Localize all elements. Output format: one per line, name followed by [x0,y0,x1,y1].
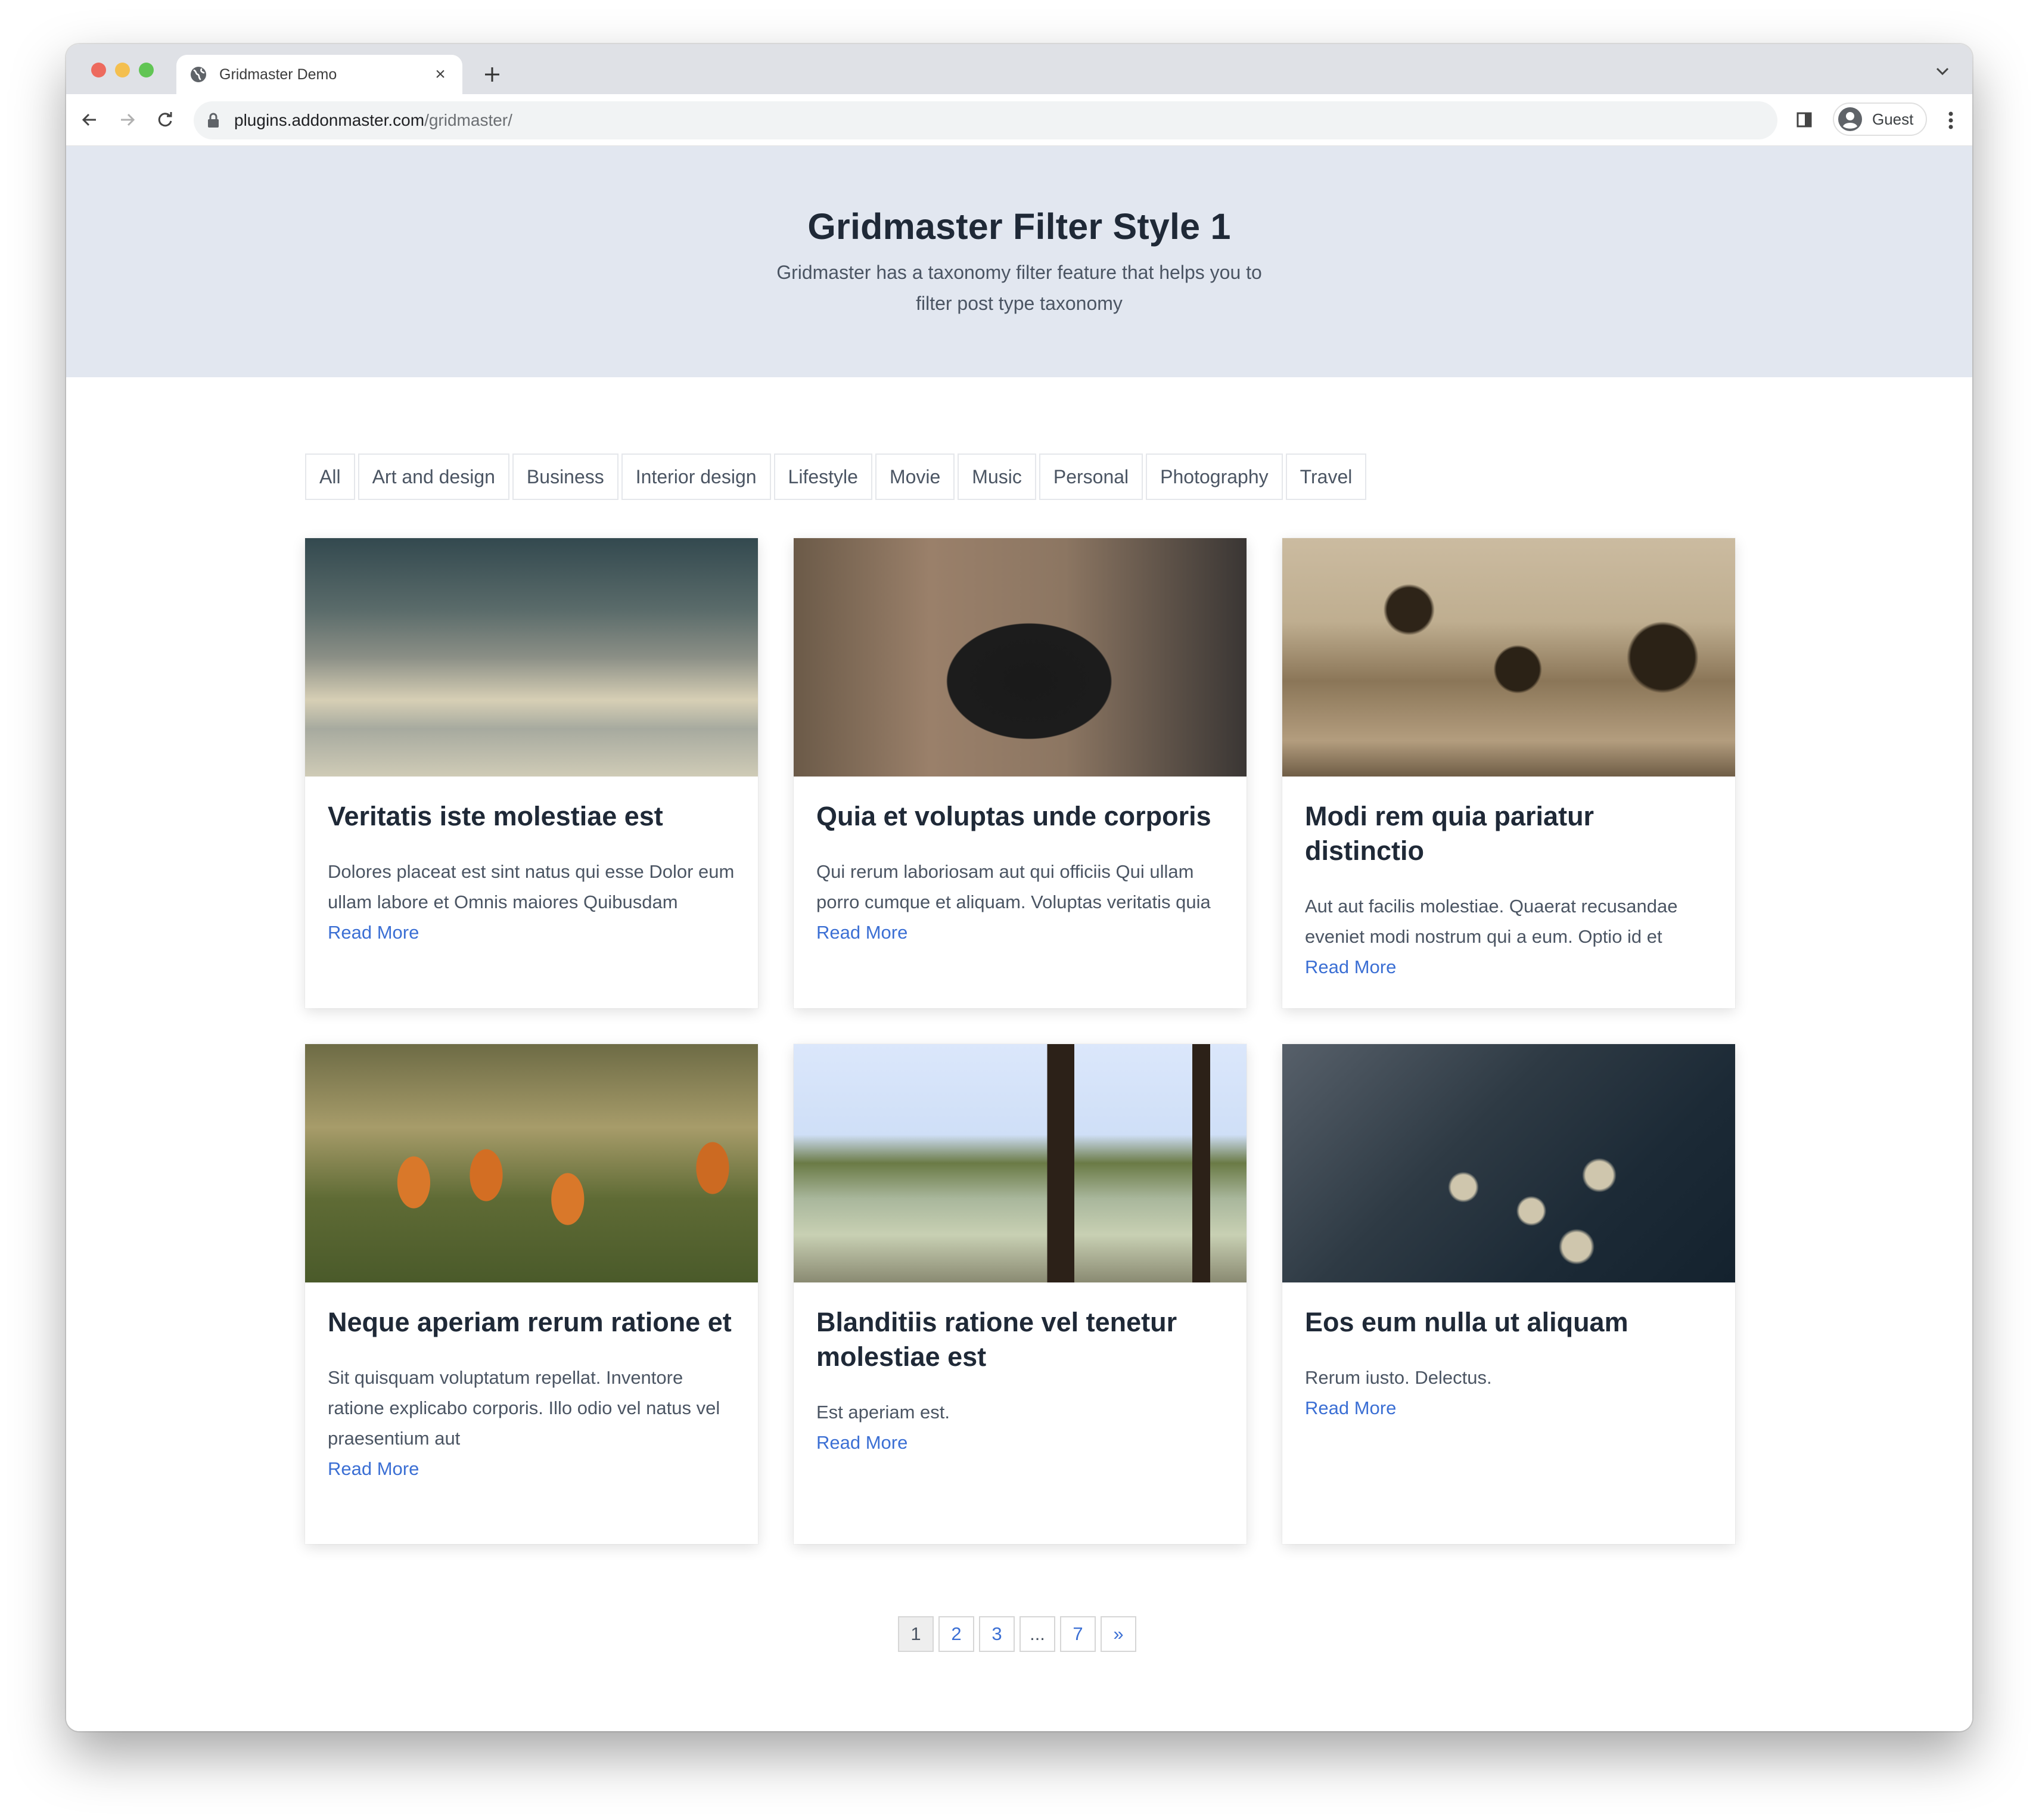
window-minimize-button[interactable] [115,63,130,77]
browser-toolbar: plugins.addonmaster.com/gridmaster/ Gues… [66,94,1972,146]
post-title[interactable]: Modi rem quia pariatur distinctio [1305,799,1712,868]
address-bar[interactable]: plugins.addonmaster.com/gridmaster/ [194,101,1777,139]
web-page: Gridmaster Filter Style 1 Gridmaster has… [66,146,1972,1731]
avatar-icon [1838,107,1863,132]
post-thumbnail[interactable] [794,1044,1247,1282]
page-3-link[interactable]: 3 [979,1616,1015,1652]
read-more-link[interactable]: Read More [1305,1393,1396,1423]
read-more-link[interactable]: Read More [328,1453,419,1484]
post-thumbnail[interactable] [305,1044,758,1282]
url-path: /gridmaster/ [424,111,512,129]
post-title[interactable]: Eos eum nulla ut aliquam [1305,1305,1712,1340]
post-title[interactable]: Neque aperiam rerum ratione et [328,1305,735,1340]
page-subtitle: Gridmaster has a taxonomy filter feature… [776,262,1262,314]
arrow-left-icon[interactable] [76,106,103,133]
page-7-link[interactable]: 7 [1060,1616,1096,1652]
filter-business[interactable]: Business [512,454,618,500]
filter-movie[interactable]: Movie [875,454,955,500]
post-card: Eos eum nulla ut aliquam Rerum iusto. De… [1282,1044,1735,1544]
side-panel-icon[interactable] [1794,110,1814,130]
filter-lifestyle[interactable]: Lifestyle [773,454,872,500]
page-2-link[interactable]: 2 [938,1616,974,1652]
close-icon[interactable]: × [431,66,449,83]
page-1-current: 1 [898,1616,934,1652]
read-more-link[interactable]: Read More [816,1427,907,1458]
tab-title: Gridmaster Demo [219,66,337,83]
filter-travel[interactable]: Travel [1285,454,1367,500]
filter-music[interactable]: Music [958,454,1036,500]
post-excerpt: Sit quisquam voluptatum repellat. Invent… [328,1367,720,1449]
post-excerpt: Est aperiam est. [816,1402,950,1423]
post-title[interactable]: Veritatis iste molestiae est [328,799,735,834]
tab-strip: Gridmaster Demo × [66,44,1972,94]
taxonomy-filter-bar: All Art and design Business Interior des… [305,454,1367,500]
plus-icon[interactable] [477,60,507,89]
filter-all[interactable]: All [305,454,355,500]
post-card: Blanditiis ratione vel tenetur molestiae… [794,1044,1247,1544]
window-zoom-button[interactable] [139,63,154,77]
post-thumbnail[interactable] [305,538,758,777]
page-ellipsis: ... [1020,1616,1055,1652]
pagination: 1 2 3 ... 7 » [898,1616,1136,1652]
lock-icon[interactable] [207,112,220,129]
chevron-down-icon[interactable] [1931,60,1954,83]
post-thumbnail[interactable] [794,538,1247,777]
post-excerpt: Qui rerum laboriosam aut qui officiis Qu… [816,861,1211,912]
filter-personal[interactable]: Personal [1039,454,1143,500]
profile-button[interactable]: Guest [1833,103,1927,136]
filter-art-and-design[interactable]: Art and design [358,454,509,500]
read-more-link[interactable]: Read More [816,917,907,948]
url-host: plugins.addonmaster.com [234,111,425,129]
post-thumbnail[interactable] [1282,538,1735,777]
profile-label: Guest [1872,110,1914,128]
window-close-button[interactable] [91,63,106,77]
post-card: Modi rem quia pariatur distinctio Aut au… [1282,538,1735,1008]
read-more-link[interactable]: Read More [1305,952,1396,982]
post-card: Veritatis iste molestiae est Dolores pla… [305,538,758,1008]
post-excerpt: Dolores placeat est sint natus qui esse … [328,861,735,912]
filter-interior-design[interactable]: Interior design [621,454,771,500]
reload-icon[interactable] [151,106,179,133]
browser-window: Gridmaster Demo × plugins.addonmaster.co… [66,44,1972,1731]
post-excerpt: Rerum iusto. Delectus. [1305,1367,1492,1388]
kebab-menu-icon[interactable] [1942,107,1960,133]
next-page-link[interactable]: » [1101,1616,1136,1652]
page-title: Gridmaster Filter Style 1 [807,206,1231,247]
globe-icon [189,66,207,83]
post-card: Quia et voluptas unde corporis Qui rerum… [794,538,1247,1008]
post-excerpt: Aut aut facilis molestiae. Quaerat recus… [1305,896,1678,947]
post-title[interactable]: Quia et voluptas unde corporis [816,799,1224,834]
read-more-link[interactable]: Read More [328,917,419,948]
post-thumbnail[interactable] [1282,1044,1735,1282]
post-card: Neque aperiam rerum ratione et Sit quisq… [305,1044,758,1544]
filter-photography[interactable]: Photography [1146,454,1283,500]
hero-banner: Gridmaster Filter Style 1 Gridmaster has… [66,146,1972,377]
post-title[interactable]: Blanditiis ratione vel tenetur molestiae… [816,1305,1224,1374]
arrow-right-icon[interactable] [114,106,141,133]
browser-tab-active[interactable]: Gridmaster Demo × [176,55,462,94]
